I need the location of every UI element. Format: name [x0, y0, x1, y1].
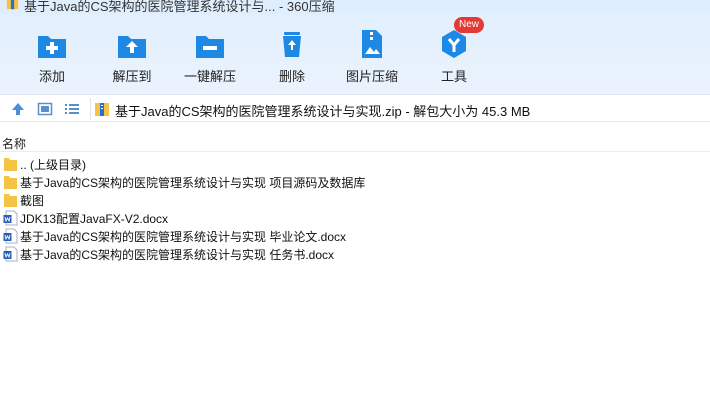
toolbar: 添加 解压到 一键解压 删除 图片压缩 New 工具 [0, 14, 710, 94]
zip-archive-icon [95, 103, 109, 116]
archive-path: 基于Java的CS架构的医院管理系统设计与实现.zip - 解包大小为 45.3… [115, 104, 531, 119]
list-item[interactable]: 基于Java的CS架构的医院管理系统设计与实现 任务书.docx [0, 245, 710, 263]
path-field[interactable]: 基于Java的CS架构的医院管理系统设计与实现.zip - 解包大小为 45.3… [90, 98, 710, 120]
word-document-icon [3, 228, 18, 244]
extract-to-button[interactable]: 解压到 [92, 14, 172, 94]
new-badge: New [454, 17, 485, 33]
title-bar: 基于Java的CS架构的医院管理系统设计与... - 360压缩 [0, 0, 710, 14]
item-name: JDK13配置JavaFX-V2.docx [20, 212, 169, 226]
item-name: .. (上级目录) [20, 158, 86, 172]
column-name-header[interactable]: 名称 [2, 135, 26, 152]
file-list: .. (上级目录) 基于Java的CS架构的医院管理系统设计与实现 项目源码及数… [0, 155, 710, 263]
item-name: 基于Java的CS架构的医院管理系统设计与实现 任务书.docx [20, 248, 335, 262]
list-view-icon[interactable] [64, 101, 80, 117]
list-item[interactable]: 截图 [0, 191, 710, 209]
thumbnail-view-icon[interactable] [37, 101, 53, 117]
list-item[interactable]: 基于Java的CS架构的医院管理系统设计与实现 毕业论文.docx [0, 227, 710, 245]
list-item[interactable]: .. (上级目录) [0, 155, 710, 173]
item-name: 基于Java的CS架构的医院管理系统设计与实现 项目源码及数据库 [20, 176, 366, 190]
folder-icon [4, 194, 17, 207]
add-icon [38, 36, 66, 58]
delete-label: 删除 [278, 69, 305, 84]
folder-icon [4, 158, 17, 171]
image-compress-button[interactable]: 图片压缩 [332, 14, 412, 94]
word-document-icon [3, 210, 18, 226]
item-name: 基于Java的CS架构的医院管理系统设计与实现 毕业论文.docx [20, 230, 347, 244]
extract-to-label: 解压到 [112, 69, 152, 84]
word-document-icon [3, 246, 18, 262]
add-button[interactable]: 添加 [12, 14, 92, 94]
folder-icon [4, 176, 17, 189]
item-name: 截图 [20, 194, 45, 208]
recycle-bin-icon [283, 32, 301, 57]
one-click-extract-icon [196, 36, 224, 58]
one-click-extract-button[interactable]: 一键解压 [170, 14, 250, 94]
tools-button[interactable]: New 工具 [414, 14, 494, 94]
extract-to-icon [118, 36, 146, 58]
archive-window: 基于Java的CS架构的医院管理系统设计与... - 360压缩 添加 解压到 … [0, 0, 710, 417]
list-header: 名称 [0, 134, 710, 152]
image-compress-icon [362, 30, 382, 58]
delete-button[interactable]: 删除 [252, 14, 332, 94]
app-icon [6, 0, 19, 10]
list-item[interactable]: JDK13配置JavaFX-V2.docx [0, 209, 710, 227]
add-label: 添加 [38, 69, 65, 84]
status-area [0, 405, 710, 417]
image-compress-label: 图片压缩 [345, 69, 398, 84]
one-click-extract-label: 一键解压 [183, 69, 236, 84]
tools-label: 工具 [440, 69, 467, 84]
address-bar: 基于Java的CS架构的医院管理系统设计与实现.zip - 解包大小为 45.3… [0, 94, 710, 122]
up-arrow-icon[interactable] [10, 101, 26, 117]
list-item[interactable]: 基于Java的CS架构的医院管理系统设计与实现 项目源码及数据库 [0, 173, 710, 191]
window-title: 基于Java的CS架构的医院管理系统设计与... - 360压缩 [24, 0, 335, 14]
